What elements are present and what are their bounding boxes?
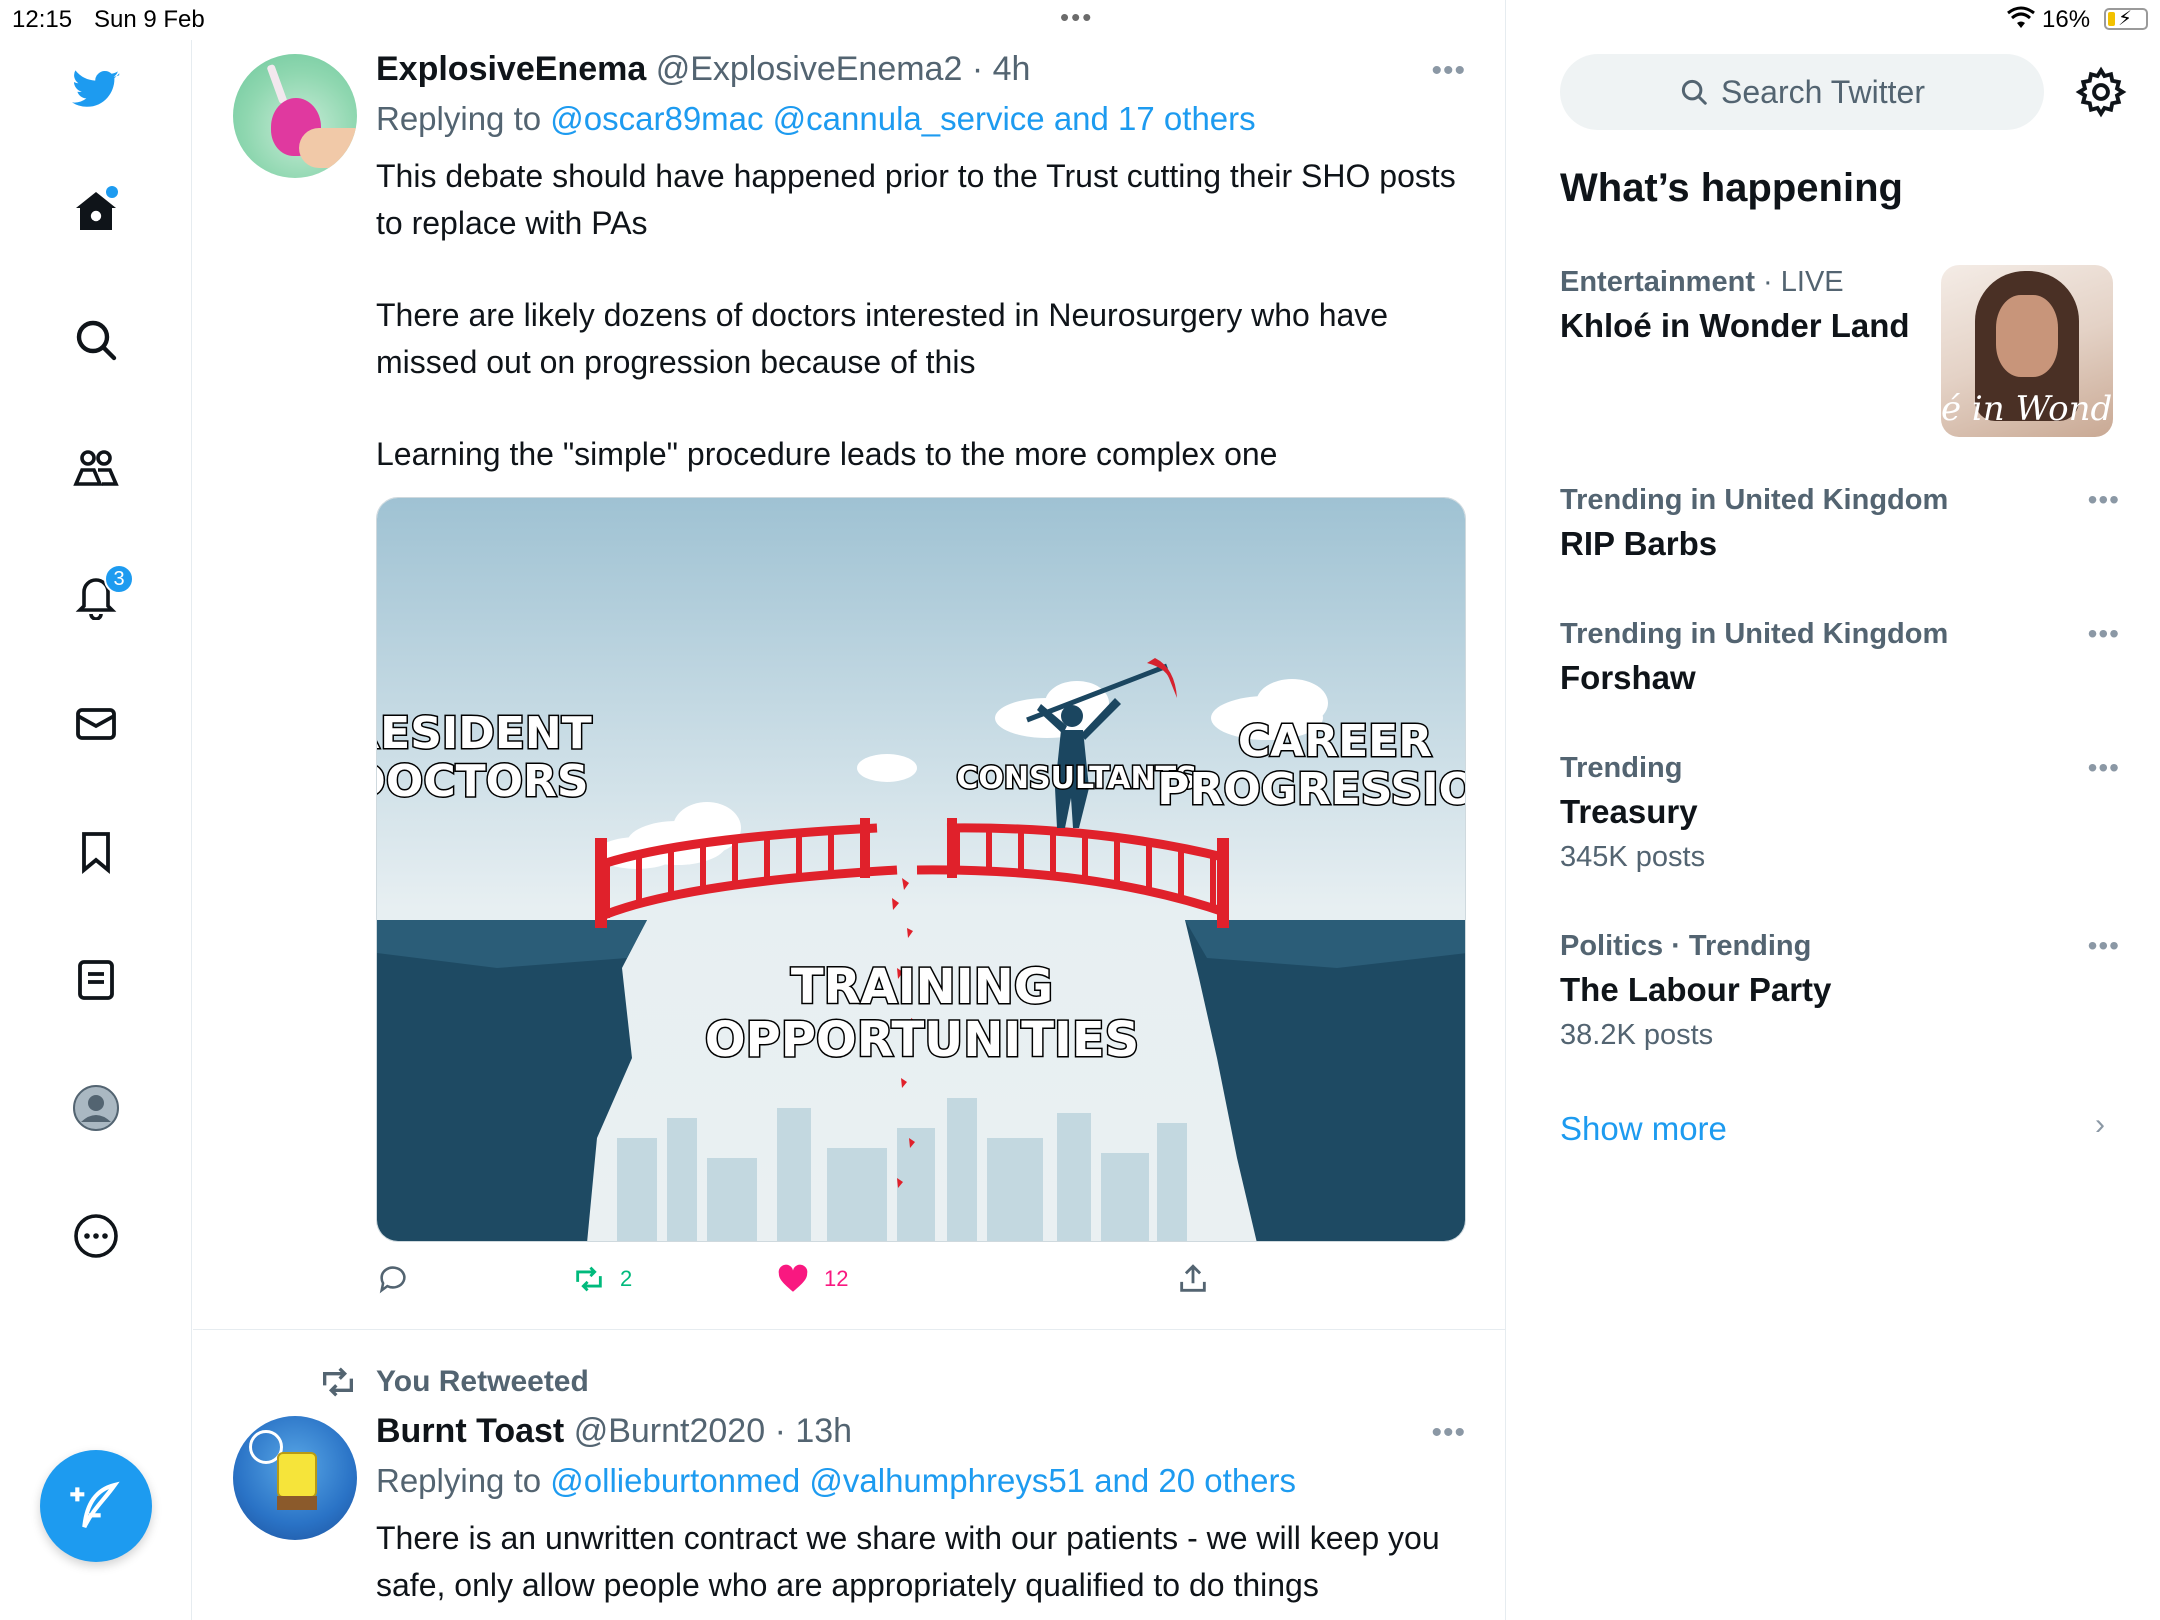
trend-item[interactable]: Trending in United Kingdom RIP Barbs ••• [1560, 484, 2120, 563]
trend-category: Trending in United Kingdom [1560, 618, 1949, 650]
replying-to: Replying to @ollieburtonmed @valhumphrey… [376, 1462, 1297, 1499]
tweet-header: Burnt Toast @Burnt2020 · 13h [376, 1412, 853, 1450]
trend-more-icon[interactable]: ••• [2088, 930, 2120, 962]
lists-icon[interactable] [64, 948, 128, 1012]
reply-button[interactable] [376, 1262, 410, 1296]
meme-label-training: TRAINING [791, 959, 1053, 1015]
messages-icon[interactable] [64, 692, 128, 756]
twitter-logo-icon[interactable] [64, 58, 128, 122]
replying-to-links[interactable]: @oscar89mac @cannula_service and 17 othe… [550, 100, 1255, 137]
trend-post-count: 345K posts [1560, 841, 1706, 873]
tweet[interactable]: You Retweeted Burnt Toast @Burnt2020 · 1… [193, 1332, 1506, 1620]
trend-category: Trending in United Kingdom [1560, 484, 1949, 516]
status-date: Sun 9 Feb [94, 6, 205, 33]
trend-thumbnail[interactable]: é in Wonder L [1941, 265, 2113, 437]
trend-post-count: 38.2K posts [1560, 1019, 1714, 1051]
retweet-button[interactable]: 2 [572, 1262, 632, 1296]
trend-title: RIP Barbs [1560, 525, 1718, 562]
main-timeline: ExplosiveEnema @ExplosiveEnema2 · 4h •••… [193, 0, 1506, 1620]
meme-label-progression: PROGRESSION [1157, 764, 1466, 815]
tweet-time[interactable]: 4h [993, 50, 1031, 88]
tweet-text: There is an unwritten contract we share … [376, 1520, 1440, 1603]
trend-live-label: · LIVE [1754, 266, 1844, 298]
trend-item[interactable]: Trending in United Kingdom Forshaw ••• [1560, 618, 2120, 697]
profile-avatar-icon[interactable] [64, 1076, 128, 1140]
tweet-actions: 2 12 [376, 1262, 1376, 1308]
heart-icon [778, 1264, 808, 1292]
trend-more-icon[interactable]: ••• [2088, 484, 2120, 516]
retweet-icon [323, 1367, 353, 1397]
replying-to: Replying to @oscar89mac @cannula_service… [376, 100, 1256, 137]
tweet-author-handle[interactable]: @ExplosiveEnema2 [656, 50, 963, 88]
status-time: 12:15 [12, 6, 73, 33]
tweet-more-icon[interactable]: ••• [1431, 1416, 1466, 1450]
communities-icon[interactable] [64, 436, 128, 500]
retweeted-indicator: You Retweeted [318, 1362, 589, 1402]
like-count: 12 [824, 1266, 849, 1291]
search-input[interactable]: Search Twitter [1560, 54, 2044, 130]
avatar[interactable] [233, 54, 357, 178]
tweet-image[interactable]: RESIDENT DOCTORS CONSULTANTS CAREER PROG… [376, 497, 1466, 1242]
bookmarks-icon[interactable] [64, 820, 128, 884]
meme-label-career: CAREER [1238, 716, 1432, 767]
trend-item[interactable]: Trending Treasury 345K posts ••• [1560, 752, 2120, 874]
like-button[interactable]: 12 [776, 1262, 848, 1296]
tweet-header: ExplosiveEnema @ExplosiveEnema2 · 4h [376, 50, 1031, 88]
trend-title: Treasury [1560, 793, 1698, 830]
settings-gear-icon[interactable] [2075, 66, 2127, 118]
right-sidebar: Search Twitter What’s happening Entertai… [1507, 40, 2160, 1620]
tweet-more-icon[interactable]: ••• [1431, 54, 1466, 88]
trend-category: Trending [1560, 752, 1683, 784]
retweeted-label: You Retweeted [376, 1365, 589, 1398]
tweet-author-handle[interactable]: @Burnt2020 [574, 1412, 765, 1450]
retweet-count: 2 [620, 1266, 633, 1291]
trend-category: Politics · Trending [1560, 930, 1812, 962]
compose-tweet-button[interactable] [40, 1450, 152, 1562]
home-unread-dot [106, 186, 118, 198]
trend-item[interactable]: Politics · Trending The Labour Party 38.… [1560, 930, 2120, 1052]
chevron-right-icon: › [2095, 1108, 2105, 1141]
trend-title: Forshaw [1560, 659, 1696, 696]
trend-title: The Labour Party [1560, 971, 1832, 1008]
tweet-author-name[interactable]: ExplosiveEnema [376, 50, 646, 88]
avatar[interactable] [233, 1416, 357, 1540]
meme-label-resident: RESIDENT [377, 708, 592, 759]
notifications-icon[interactable]: 3 [64, 564, 134, 628]
notification-badge: 3 [104, 564, 134, 594]
tweet-author-name[interactable]: Burnt Toast [376, 1412, 564, 1450]
home-icon[interactable] [64, 180, 128, 244]
search-placeholder: Search Twitter [1721, 73, 1925, 110]
trend-category: Entertainment [1560, 266, 1755, 298]
trend-more-icon[interactable]: ••• [2088, 618, 2120, 650]
trend-thumbnail-caption: é in Wonder L [1941, 389, 2113, 429]
tweet-text: This debate should have happened prior t… [376, 158, 1456, 472]
meme-label-opportunities: OPPORTUNITIES [705, 1012, 1139, 1068]
show-more-link[interactable]: Show more [1560, 1110, 1727, 1148]
battery-percent: 16% [2042, 6, 2091, 33]
share-button[interactable] [1176, 1262, 1210, 1296]
whats-happening-title: What’s happening [1560, 166, 1903, 210]
tweet[interactable]: ExplosiveEnema @ExplosiveEnema2 · 4h •••… [193, 40, 1506, 1330]
meme-label-doctors: DOCTORS [377, 756, 589, 807]
wifi-icon [2006, 6, 2036, 37]
share-icon [1180, 1264, 1206, 1292]
retweet-icon [576, 1266, 602, 1292]
left-nav: 3 [0, 40, 192, 1620]
search-icon [1681, 79, 1707, 105]
battery-icon: ⚡ [2104, 8, 2148, 30]
more-options-icon[interactable] [64, 1204, 128, 1268]
reply-icon [379, 1266, 406, 1294]
replying-to-links[interactable]: @ollieburtonmed @valhumphreys51 and 20 o… [550, 1462, 1296, 1499]
tweet-time[interactable]: 13h [795, 1412, 852, 1450]
trend-more-icon[interactable]: ••• [2088, 752, 2120, 784]
search-icon[interactable] [64, 308, 128, 372]
